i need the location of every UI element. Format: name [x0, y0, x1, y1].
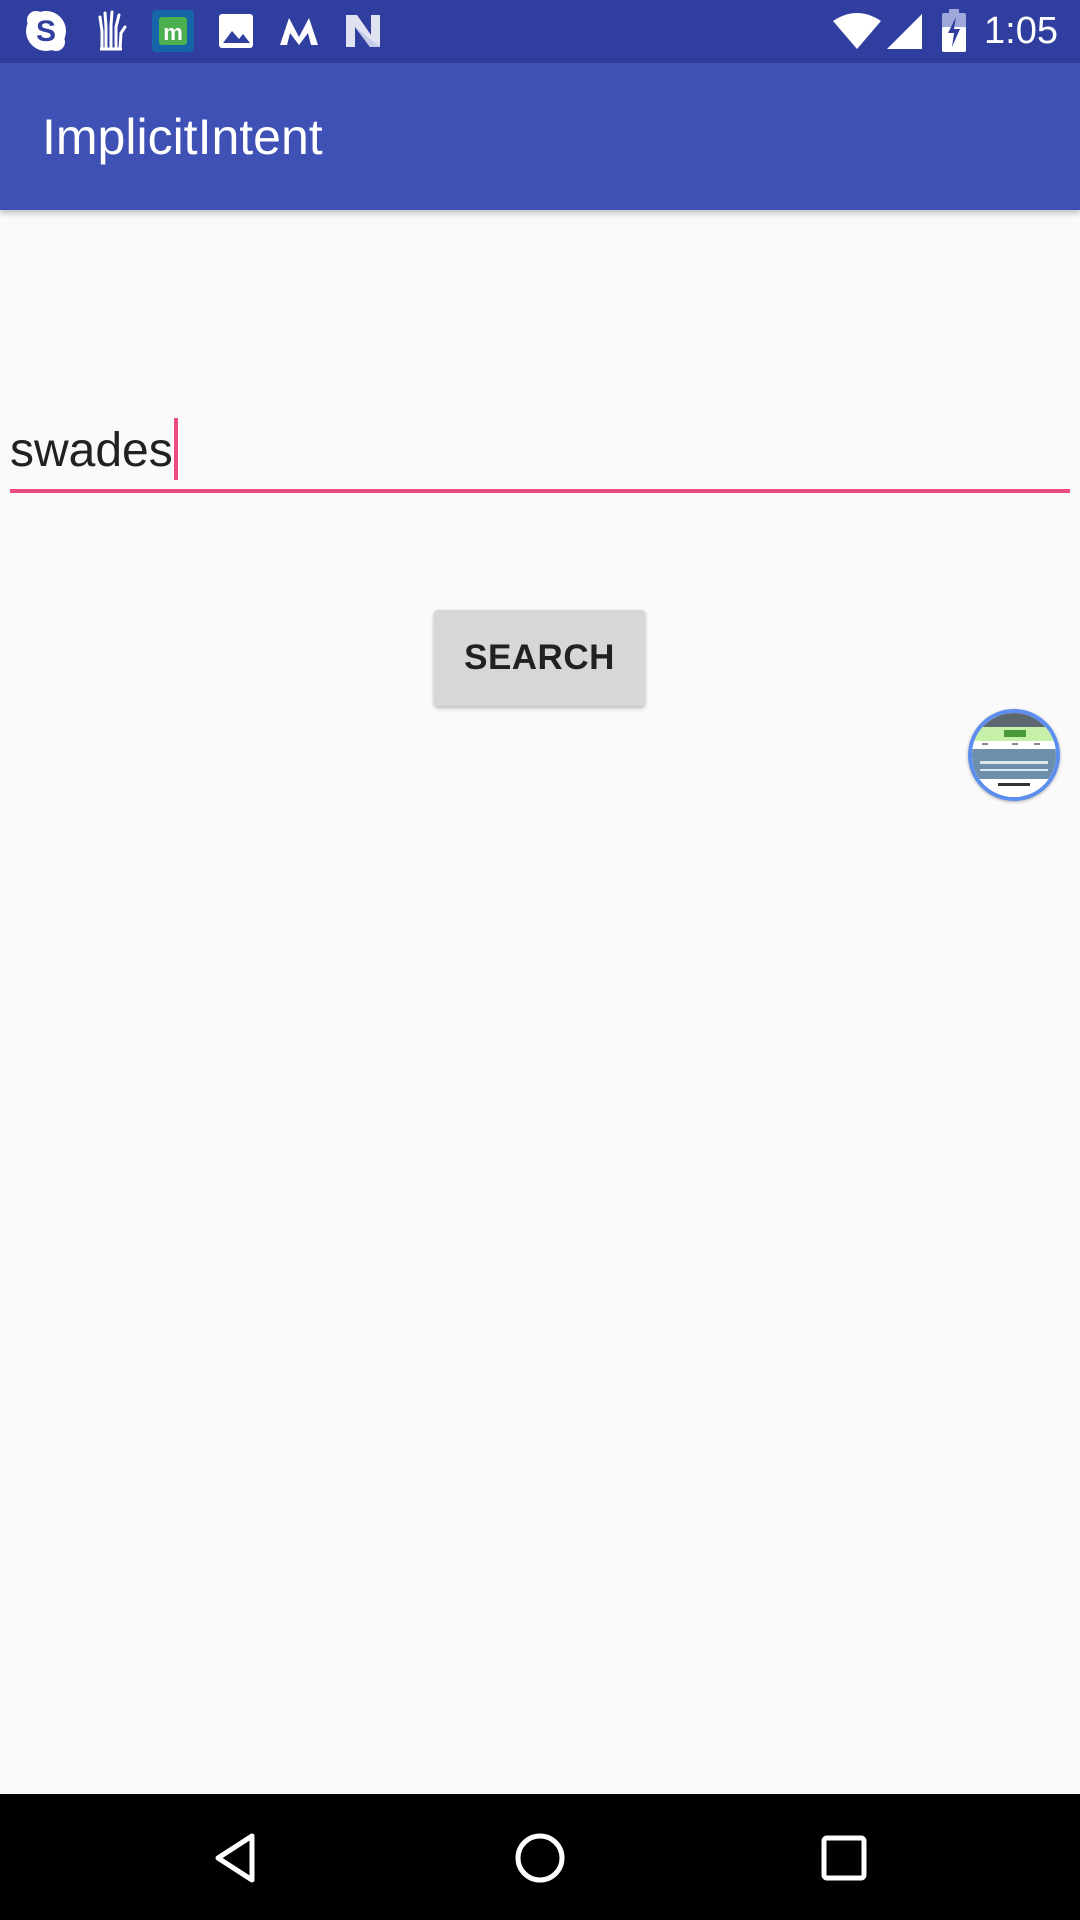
- svg-text:m: m: [163, 20, 183, 45]
- search-input[interactable]: swades: [10, 410, 1070, 494]
- screen-preview-thumbnail: [972, 713, 1056, 797]
- screen: S m 1:05 ImplicitIntent swades SEARCH: [0, 0, 1080, 1920]
- search-button[interactable]: SEARCH: [434, 610, 645, 706]
- home-icon[interactable]: [500, 1818, 580, 1898]
- m-app-icon: m: [150, 8, 196, 54]
- cellular-signal-icon: [884, 8, 924, 54]
- navigation-bar: [0, 1794, 1080, 1920]
- battery-charging-icon: [938, 8, 970, 54]
- myntra-icon: [276, 8, 322, 54]
- svg-text:S: S: [36, 15, 56, 48]
- screen-preview-bubble-icon[interactable]: [968, 709, 1060, 801]
- search-input-text-row[interactable]: swades: [10, 418, 178, 484]
- status-time: 1:05: [984, 10, 1058, 52]
- gallery-icon: [216, 8, 256, 54]
- skype-icon: S: [22, 8, 70, 54]
- app-bar: ImplicitIntent: [0, 63, 1080, 210]
- wifi-icon: [832, 8, 882, 54]
- recents-icon[interactable]: [804, 1818, 884, 1898]
- text-cursor: [173, 418, 178, 481]
- status-bar: S m 1:05: [0, 0, 1080, 63]
- n-icon: [342, 8, 384, 54]
- back-icon[interactable]: [196, 1818, 276, 1898]
- search-input-underline: [10, 489, 1070, 493]
- search-input-value[interactable]: swades: [10, 424, 173, 477]
- app-title: ImplicitIntent: [42, 109, 323, 165]
- hand-icon: [90, 8, 132, 54]
